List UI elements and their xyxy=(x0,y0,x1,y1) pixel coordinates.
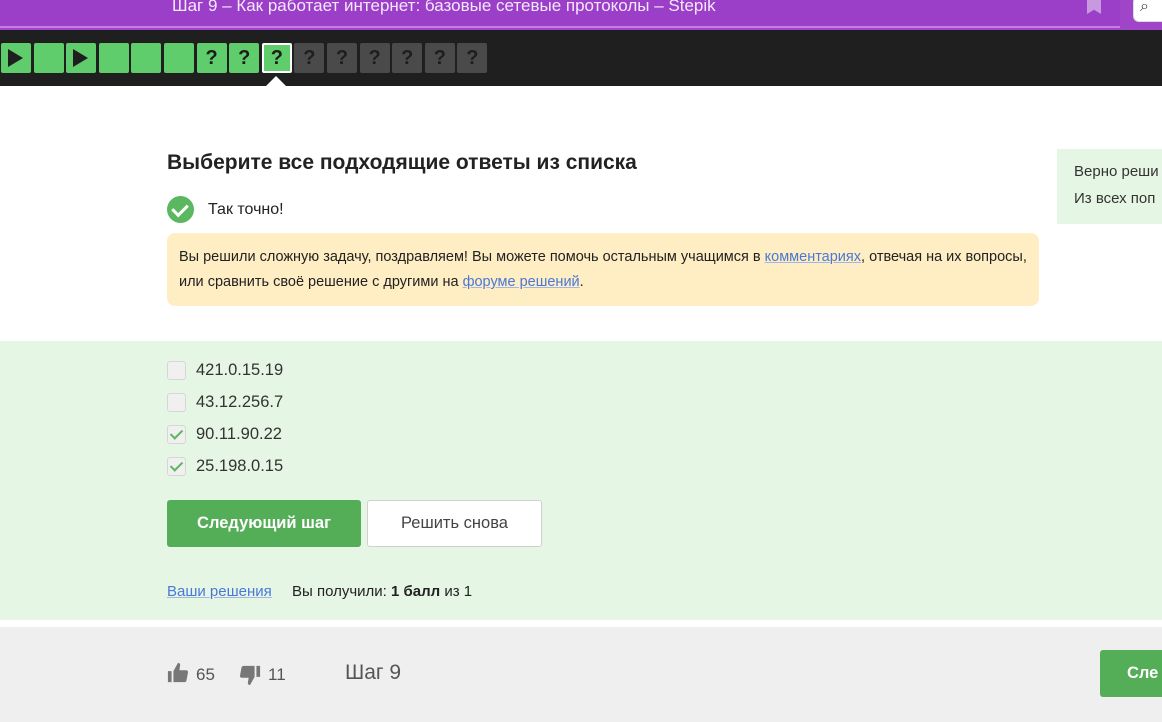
step-14-quiz[interactable]: ? xyxy=(424,43,455,73)
answer-label: 90.11.90.22 xyxy=(196,425,282,443)
step-label: Шаг 9 xyxy=(345,661,402,684)
step-10-quiz[interactable]: ? xyxy=(294,43,325,73)
step-navigation-bar: ????????? xyxy=(0,30,1162,86)
step-4-text[interactable] xyxy=(98,43,129,73)
thumbs-up-icon[interactable] xyxy=(167,662,189,684)
step-8-quiz[interactable]: ? xyxy=(229,43,260,73)
search-button[interactable]: ⌕ xyxy=(1133,0,1162,22)
your-solutions-link[interactable]: Ваши решения xyxy=(167,583,272,600)
side-stats-panel: Верно реши Из всех поп xyxy=(1057,149,1162,224)
answers-area xyxy=(0,341,1162,620)
browser-titlebar: Шаг 9 – Как работает интернет: базовые с… xyxy=(0,0,1162,30)
step-11-quiz[interactable]: ? xyxy=(327,43,357,73)
answer-checkbox[interactable] xyxy=(167,425,186,444)
answer-label: 25.198.0.15 xyxy=(196,457,284,475)
correct-text: Так точно! xyxy=(208,201,284,218)
step-2-text[interactable] xyxy=(33,43,64,73)
step-7-quiz[interactable]: ? xyxy=(196,43,227,73)
step-12-quiz[interactable]: ? xyxy=(359,43,390,73)
play-icon xyxy=(8,49,23,67)
solutions-forum-link[interactable]: форуме решений xyxy=(463,274,580,290)
side-stats-line: Верно реши xyxy=(1074,163,1159,180)
side-stats-line: Из всех поп xyxy=(1074,190,1156,207)
bookmark-icon[interactable] xyxy=(1087,0,1101,14)
step-footer: 65 11 Шаг 9 Сле xyxy=(0,627,1162,722)
notice-text: . xyxy=(579,274,584,290)
check-circle-icon xyxy=(167,196,194,223)
step-9-quiz[interactable]: ? xyxy=(261,43,292,73)
answer-label: 421.0.15.19 xyxy=(196,361,284,379)
tab-title: Шаг 9 – Как работает интернет: базовые с… xyxy=(172,0,716,15)
step-13-quiz[interactable]: ? xyxy=(392,43,423,73)
browser-tab[interactable]: Шаг 9 – Как работает интернет: базовые с… xyxy=(0,0,1120,28)
answer-checkbox[interactable] xyxy=(167,393,186,412)
answer-checkbox[interactable] xyxy=(167,457,186,476)
search-icon: ⌕ xyxy=(1140,0,1149,15)
thumbs-down-icon[interactable] xyxy=(239,664,261,686)
answer-checkbox[interactable] xyxy=(167,361,186,380)
notice-text: Вы решили сложную задачу, поздравляем! В… xyxy=(179,249,765,265)
answer-label: 43.12.256.7 xyxy=(196,393,284,411)
score-prefix: Вы получили: xyxy=(292,583,392,600)
step-15-quiz[interactable]: ? xyxy=(457,43,488,73)
congrats-notice: Вы решили сложную задачу, поздравляем! В… xyxy=(167,233,1039,306)
footer-next-button[interactable]: Сле xyxy=(1100,650,1162,697)
step-6-text[interactable] xyxy=(164,43,194,73)
comments-link[interactable]: комментариях xyxy=(765,249,861,265)
step-3-video[interactable] xyxy=(66,43,97,73)
score-text: Вы получили: 1 балл из 1 xyxy=(292,583,472,600)
step-5-text[interactable] xyxy=(131,43,162,73)
dislikes-count: 11 xyxy=(268,665,286,684)
play-icon xyxy=(73,49,89,67)
score-value: 1 балл xyxy=(391,583,441,600)
current-step-pointer xyxy=(265,76,287,87)
next-step-button[interactable]: Следующий шаг xyxy=(167,500,361,547)
score-suffix: из 1 xyxy=(440,583,473,600)
retry-button[interactable]: Решить снова xyxy=(367,500,542,547)
likes-count: 65 xyxy=(196,665,215,684)
step-1-video[interactable] xyxy=(1,43,31,73)
quiz-title: Выберите все подходящие ответы из списка xyxy=(167,151,637,174)
